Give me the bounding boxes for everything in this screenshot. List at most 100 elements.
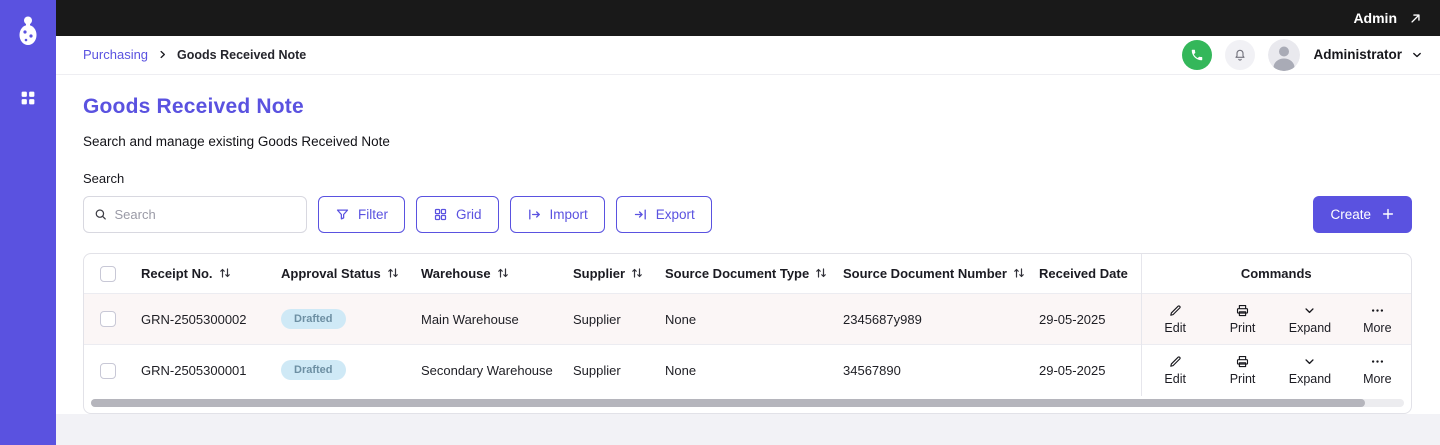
more-button[interactable]: More bbox=[1344, 298, 1411, 340]
toolbar: Filter Grid Import bbox=[83, 195, 1412, 233]
sort-icon[interactable] bbox=[387, 267, 399, 279]
notifications-button[interactable] bbox=[1225, 39, 1256, 70]
receipt-no-cell: GRN-2505300002 bbox=[131, 293, 271, 345]
received-date-cell: 29-05-2025 bbox=[1029, 293, 1141, 345]
source-document-number-cell: 2345687y989 bbox=[833, 293, 1029, 345]
approval-status-cell: Drafted bbox=[271, 344, 411, 396]
commands-cell: Edit Print Expand More bbox=[1140, 293, 1411, 345]
external-link-icon[interactable] bbox=[1408, 11, 1423, 26]
supplier-cell: Supplier bbox=[563, 293, 655, 345]
grid-icon bbox=[434, 208, 447, 220]
page-background-strip bbox=[56, 413, 1440, 445]
warehouse-cell: Main Warehouse bbox=[411, 293, 563, 345]
expand-button[interactable]: Expand bbox=[1276, 298, 1343, 340]
export-button-label: Export bbox=[655, 206, 695, 222]
grid-button-label: Grid bbox=[456, 206, 482, 222]
page-title: Goods Received Note bbox=[83, 94, 304, 118]
whatsapp-button[interactable] bbox=[1182, 39, 1213, 70]
app-window: Admin Purchasing Goods Received Note Adm… bbox=[0, 0, 1440, 445]
sort-icon[interactable] bbox=[497, 267, 509, 279]
sort-icon[interactable] bbox=[1013, 267, 1025, 279]
warehouse-cell: Secondary Warehouse bbox=[411, 344, 563, 396]
topbar-right-actions: Administrator bbox=[1182, 38, 1424, 71]
print-icon bbox=[1237, 356, 1249, 368]
approval-status-cell: Drafted bbox=[271, 293, 411, 345]
print-button-label: Print bbox=[1229, 321, 1256, 335]
more-button-label: More bbox=[1363, 372, 1392, 387]
header-source-document-number: Source Document Number bbox=[843, 265, 1007, 281]
export-button[interactable]: Export bbox=[615, 195, 712, 233]
sort-icon[interactable] bbox=[219, 267, 231, 279]
received-date-cell: 29-05-2025 bbox=[1029, 344, 1141, 396]
admin-label[interactable]: Admin bbox=[1353, 10, 1397, 26]
ellipsis-icon bbox=[1371, 309, 1383, 312]
edit-button[interactable]: Edit bbox=[1142, 298, 1209, 340]
source-document-type-cell: None bbox=[655, 293, 833, 345]
header-warehouse: Warehouse bbox=[421, 265, 491, 281]
source-document-number-cell: 34567890 bbox=[833, 344, 1029, 396]
search-input[interactable] bbox=[114, 206, 296, 222]
breadcrumb-purchasing[interactable]: Purchasing bbox=[83, 47, 148, 62]
search-section-label: Search bbox=[83, 170, 125, 186]
horizontal-scrollbar[interactable] bbox=[91, 398, 1404, 407]
breadcrumb-chevron-icon bbox=[157, 49, 168, 60]
user-name: Administrator bbox=[1313, 47, 1402, 63]
create-button-label: Create bbox=[1330, 206, 1371, 222]
header-approval-status: Approval Status bbox=[281, 265, 381, 281]
select-all-checkbox[interactable] bbox=[99, 265, 116, 282]
chevron-down-icon bbox=[1305, 308, 1315, 314]
status-badge: Drafted bbox=[281, 309, 346, 329]
app-logo[interactable] bbox=[11, 12, 45, 50]
edit-button[interactable]: Edit bbox=[1142, 349, 1209, 391]
avatar[interactable] bbox=[1268, 38, 1301, 71]
header-commands: Commands bbox=[1240, 265, 1312, 281]
filter-button[interactable]: Filter bbox=[318, 195, 405, 233]
table-row: GRN-2505300002 Drafted Main Warehouse Su… bbox=[84, 293, 1411, 345]
table-header-row: Receipt No. Approval Status Warehouse Su… bbox=[84, 253, 1411, 294]
edit-button-label: Edit bbox=[1164, 372, 1186, 387]
user-menu[interactable]: Administrator bbox=[1313, 47, 1424, 62]
whatsapp-icon bbox=[1192, 49, 1203, 61]
grn-table-card: Receipt No. Approval Status Warehouse Su… bbox=[83, 252, 1412, 414]
table-row: GRN-2505300001 Drafted Secondary Warehou… bbox=[84, 344, 1411, 396]
header-received-date: Received Date bbox=[1039, 265, 1128, 281]
header-source-document-type: Source Document Type bbox=[665, 265, 810, 281]
sort-icon[interactable] bbox=[631, 267, 643, 279]
source-document-type-cell: None bbox=[655, 344, 833, 396]
row-checkbox[interactable] bbox=[99, 362, 116, 379]
more-button[interactable]: More bbox=[1344, 349, 1411, 391]
chevron-down-icon bbox=[1413, 52, 1421, 58]
status-badge: Drafted bbox=[281, 360, 346, 381]
supplier-cell: Supplier bbox=[563, 344, 655, 396]
grid-button[interactable]: Grid bbox=[416, 195, 499, 233]
filter-icon bbox=[336, 209, 349, 219]
receipt-no-cell: GRN-2505300001 bbox=[131, 344, 271, 396]
apps-grid-icon bbox=[21, 91, 35, 105]
edit-icon bbox=[1169, 305, 1181, 316]
apps-menu-button[interactable] bbox=[16, 86, 40, 110]
expand-button-label: Expand bbox=[1288, 321, 1332, 335]
print-button[interactable]: Print bbox=[1209, 349, 1276, 391]
filter-button-label: Filter bbox=[358, 206, 388, 222]
edit-button-label: Edit bbox=[1164, 321, 1186, 335]
sort-icon[interactable] bbox=[815, 267, 827, 279]
import-icon bbox=[528, 208, 540, 220]
edit-icon bbox=[1169, 356, 1181, 367]
breadcrumb: Purchasing Goods Received Note bbox=[83, 47, 306, 62]
main-column: Admin Purchasing Goods Received Note Adm… bbox=[56, 0, 1440, 445]
scrollbar-thumb[interactable] bbox=[91, 398, 1365, 407]
row-checkbox[interactable] bbox=[99, 311, 116, 328]
search-box bbox=[83, 195, 307, 233]
expand-button[interactable]: Expand bbox=[1276, 349, 1343, 391]
print-button-label: Print bbox=[1229, 372, 1256, 387]
sidebar bbox=[0, 0, 56, 445]
breadcrumb-current: Goods Received Note bbox=[177, 47, 307, 62]
import-button[interactable]: Import bbox=[509, 195, 605, 233]
page-content: Goods Received Note Search and manage ex… bbox=[56, 74, 1440, 414]
print-button[interactable]: Print bbox=[1209, 298, 1276, 340]
page-subtitle: Search and manage existing Goods Receive… bbox=[83, 133, 390, 149]
create-button[interactable]: Create bbox=[1313, 195, 1412, 233]
topbar: Admin bbox=[56, 0, 1440, 37]
header-supplier: Supplier bbox=[573, 265, 626, 281]
ellipsis-icon bbox=[1371, 360, 1383, 363]
